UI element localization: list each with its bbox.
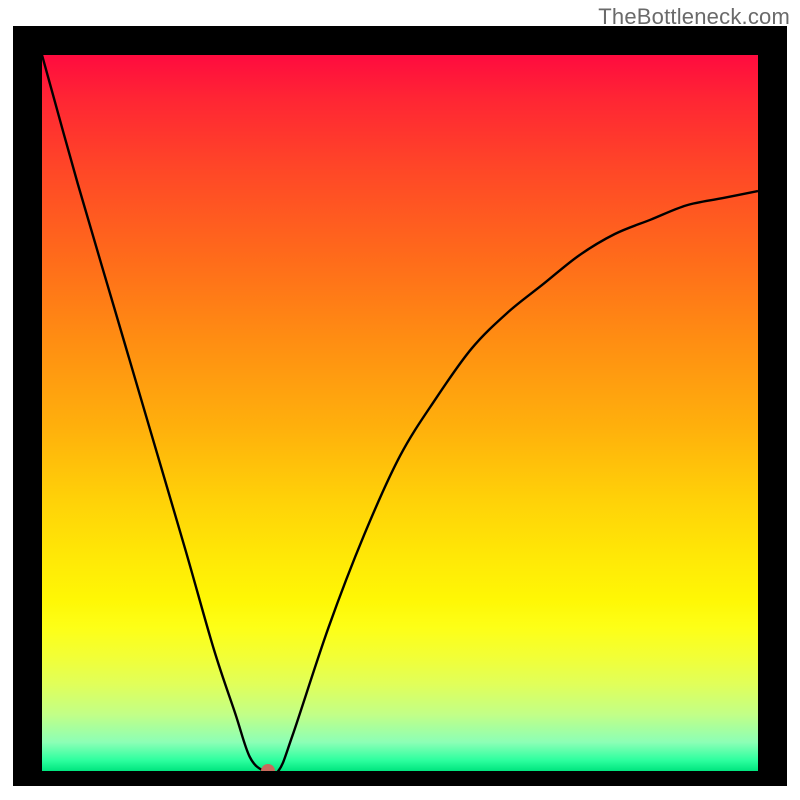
chart-frame: TheBottleneck.com bbox=[0, 0, 800, 800]
minimum-marker bbox=[261, 764, 275, 771]
curve-path bbox=[42, 55, 758, 771]
curve-svg bbox=[42, 55, 758, 771]
plot-area bbox=[42, 55, 758, 771]
